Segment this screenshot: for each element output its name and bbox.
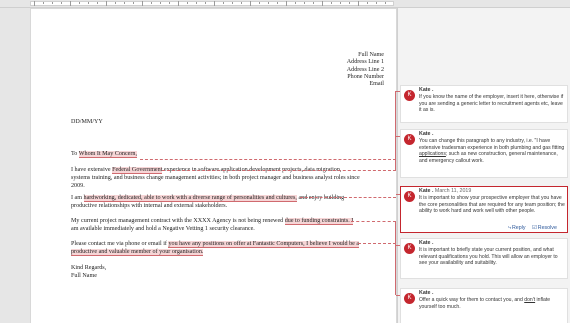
ruler-tick [169,2,170,4]
ruler-tick [115,2,116,4]
sender-phone: Phone Number [347,73,384,80]
comment-connector-5 [358,243,396,244]
ruler-tick [277,2,278,4]
ruler-tick [124,2,125,4]
salutation-prefix: To [71,151,79,157]
comment-connector-5-vertical [395,243,396,295]
ruler-tick [187,2,188,4]
ruler-tick [295,2,296,4]
comment-card-4[interactable]: K Kate . It is important to briefly stat… [400,238,568,279]
ruler-tick [385,2,386,4]
ruler-tick [79,2,80,4]
comment-author: Kate . [419,87,434,93]
paragraph-3-text-end: am available immediately and hold a Nega… [71,226,255,232]
reply-icon: ⤷ [508,225,511,231]
comment-connector-3 [300,197,396,198]
ruler-tick [340,2,341,4]
comment-link-dont[interactable]: don't [524,297,535,303]
ruler-tick [376,2,377,4]
ruler-tick [241,2,242,4]
ruler-tick [232,2,233,4]
comment-card-1[interactable]: K Kate . If you know the name of the emp… [400,85,568,123]
paragraph-3-highlight[interactable]: due to funding constraints. I [284,218,354,225]
ruler-tick [97,2,98,4]
paragraph-2-highlight[interactable]: hardworking, dedicated, able to work wit… [83,195,297,202]
ruler-tick [178,1,179,6]
ruler-tick [250,1,251,6]
ruler-tick [214,1,215,6]
paragraph-1-highlight[interactable]: Federal Government [112,167,163,174]
avatar: K [404,293,415,304]
comment-connector-1 [140,159,396,160]
ruler-tick [61,2,62,4]
ruler-tick [142,1,143,6]
comment-text: It is important to show your prospective… [419,195,565,214]
comment-card-3-active[interactable]: K Kate . March 11, 2019 It is important … [400,186,568,233]
avatar: K [404,90,415,101]
ruler-tick [205,2,206,4]
ruler-tick [52,2,53,4]
comment-text: If you know the name of the employer, in… [419,94,564,113]
resolve-icon: ☑ [532,225,537,231]
ruler-tick [160,2,161,4]
avatar: K [404,243,415,254]
comment-link-applications[interactable]: applications [419,151,446,157]
ruler-tick [358,1,359,6]
ruler-tick [70,1,71,6]
sender-address-line-1: Address Line 1 [346,59,384,66]
ruler-tick [304,2,305,4]
paragraph-4-text-start: Please contact me via phone or email if [71,241,169,247]
letter-signature-name: Full Name [71,273,97,279]
salutation-highlight[interactable]: Whom It May Concern, [78,151,137,158]
ruler-tick [331,2,332,4]
comment-text: You can change this paragraph to any ind… [419,138,565,164]
comment-date: March 11, 2019 [434,188,472,194]
comment-actions: ⤷Reply ☑Resolve [508,225,562,232]
ruler-tick [322,1,323,6]
comment-connector-4 [351,221,396,222]
ruler-tick [151,2,152,4]
sender-address-line-2: Address Line 2 [346,66,384,73]
ruler-tick [34,1,35,6]
ruler-tick [133,2,134,4]
letter-closing: Kind Regards, [71,265,107,271]
letter-salutation: To Whom It May Concern, [71,150,357,158]
comment-connector-4-vertical [395,221,396,245]
avatar: K [404,191,415,202]
comment-text: It is important to briefly state your cu… [419,247,558,266]
comment-author: Kate . March 11, 2019 [419,188,472,194]
ruler-tick [106,1,107,6]
paragraph-contact: Please contact me via phone or email if … [71,240,361,256]
comment-card-5[interactable]: K Kate . Offer a quick way for them to c… [400,288,568,323]
ruler-tick [196,2,197,4]
ruler-tick [223,2,224,4]
sender-address-block: Full Name Address Line 1 Address Line 2 … [347,52,384,88]
horizontal-ruler[interactable] [0,0,570,8]
ruler-tick [259,2,260,4]
letter-date: DD/MM/YY [71,119,103,125]
resolve-button[interactable]: ☑Resolve [532,225,557,231]
comment-connector-2-vertical [395,136,396,170]
paragraph-2-text-start: I am [71,195,84,201]
paragraph-current-position: My current project management contract w… [71,217,361,233]
ruler-tick [286,1,287,6]
ruler-tick [43,2,44,4]
ruler-tick [367,2,368,4]
sender-email: Email [369,81,384,88]
avatar: K [404,134,415,145]
comment-author: Kate . [419,131,434,137]
comment-text: Offer a quick way for them to contact yo… [419,297,551,310]
ruler-tick [349,2,350,4]
reply-button[interactable]: ⤷Reply [508,225,526,232]
sender-name: Full Name [358,52,384,58]
ruler-tick [313,2,314,4]
paragraph-1-text-start: I have extensive [71,167,113,173]
comment-card-2[interactable]: K Kate . You can change this paragraph t… [400,129,568,178]
comment-author: Kate . [419,290,434,296]
comment-author: Kate . [419,240,434,246]
comment-connector-2 [162,170,396,171]
paragraph-3-text-start: My current project management contract w… [71,218,285,224]
ruler-tick [88,2,89,4]
ruler-tick [268,2,269,4]
